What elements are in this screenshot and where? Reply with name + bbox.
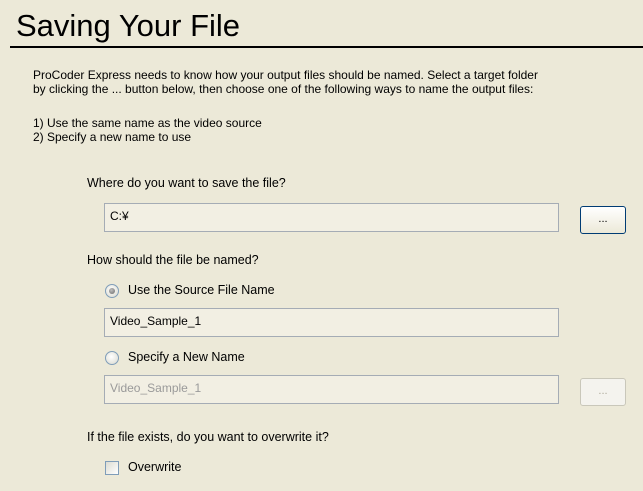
intro-line-2: by clicking the ... button below, then c… [33, 82, 534, 96]
save-path-field[interactable]: C:¥ [104, 203, 559, 232]
new-name-field[interactable]: Video_Sample_1 [104, 375, 559, 404]
source-name-radio-label[interactable]: Use the Source File Name [128, 283, 275, 298]
new-name-radio-label[interactable]: Specify a New Name [128, 350, 245, 365]
intro-text: ProCoder Express needs to know how your … [33, 68, 633, 96]
overwrite-checkbox[interactable] [105, 461, 119, 475]
overwrite-checkbox-label[interactable]: Overwrite [128, 460, 181, 475]
save-location-question: Where do you want to save the file? [87, 176, 286, 190]
naming-options-list: 1) Use the same name as the video source… [33, 116, 262, 144]
options-list-item: 2) Specify a new name to use [33, 130, 192, 144]
source-name-radio[interactable] [105, 284, 119, 298]
overwrite-question: If the file exists, do you want to overw… [87, 430, 329, 444]
source-name-field: Video_Sample_1 [104, 308, 559, 337]
radio-selected-dot [109, 288, 115, 294]
intro-line-1: ProCoder Express needs to know how your … [33, 68, 538, 82]
naming-question: How should the file be named? [87, 253, 259, 267]
title-divider [10, 46, 643, 48]
new-name-browse-button[interactable]: ... [580, 378, 626, 406]
browse-folder-button[interactable]: ... [580, 206, 626, 234]
page-title: Saving Your File [16, 8, 241, 43]
options-list-item: 1) Use the same name as the video source [33, 116, 262, 130]
new-name-radio[interactable] [105, 351, 119, 365]
